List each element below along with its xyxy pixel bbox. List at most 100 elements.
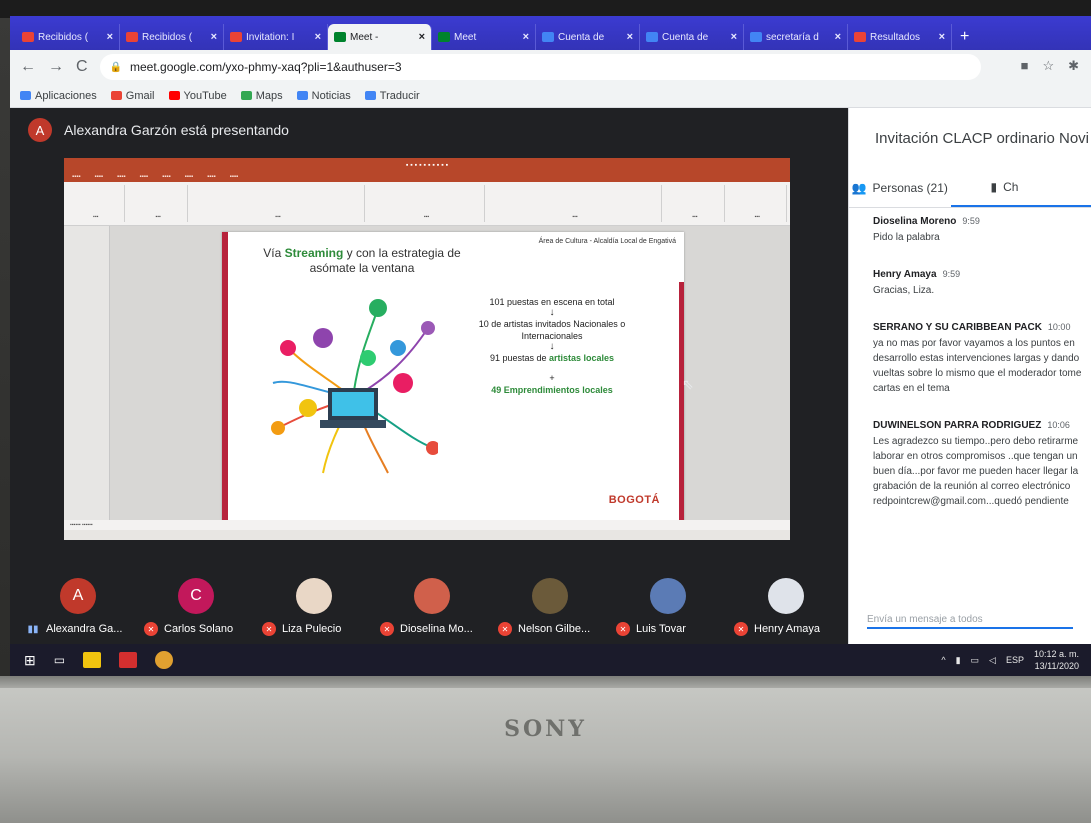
message-text: Pido la palabra — [873, 232, 940, 243]
tab-favicon-icon — [542, 32, 554, 42]
acrobat-icon[interactable] — [119, 652, 138, 668]
tab-label: Recibidos ( — [142, 31, 193, 43]
tab-chat[interactable]: ▮ Ch — [950, 168, 1091, 207]
close-tab-icon[interactable]: × — [731, 31, 737, 43]
new-tab-button[interactable]: + — [952, 24, 977, 50]
bookmark-star-icon[interactable]: ☆ — [1042, 58, 1054, 74]
extensions-icon[interactable]: ✱ — [1068, 58, 1079, 74]
message-time: 10:06 — [1047, 420, 1070, 430]
translate-icon — [364, 91, 376, 100]
participant-tile[interactable]: ✕ Henry Amaya — [726, 578, 846, 644]
participant-tile[interactable]: A ▮▮ Alexandra Ga... — [18, 578, 138, 644]
presenter-avatar: A — [28, 118, 52, 142]
address-bar[interactable]: 🔒 meet.google.com/yxo-phmy-xaq?pli=1&aut… — [99, 54, 981, 80]
battery-icon[interactable]: ▭ — [971, 655, 980, 666]
close-tab-icon[interactable]: × — [315, 31, 321, 43]
back-arrow-icon[interactable]: ← — [20, 58, 36, 76]
system-tray: ^ ▮ ▭ ◁ ESP 10:12 a. m. 13/11/2020 — [941, 648, 1079, 672]
browser-tab[interactable]: Invitation: I × — [224, 24, 328, 50]
tab-favicon-icon — [750, 32, 762, 42]
gmail-icon — [110, 91, 122, 100]
participant-avatar — [650, 578, 686, 614]
youtube-icon — [168, 91, 180, 100]
close-tab-icon[interactable]: × — [419, 31, 425, 43]
tab-label: Meet — [454, 31, 477, 43]
participant-avatar — [768, 578, 804, 614]
participant-tile[interactable]: ✕ Liza Pulecio — [254, 578, 374, 644]
tab-favicon-icon — [854, 32, 866, 42]
url-text: meet.google.com/yxo-phmy-xaq?pli=1&authu… — [130, 60, 402, 74]
message-text: Gracias, Liza. — [873, 285, 935, 296]
tab-favicon-icon — [334, 32, 346, 42]
slide-area-label: Área de Cultura - Alcaldía Local de Enga… — [538, 238, 676, 245]
maps-pin-icon — [240, 91, 252, 100]
bookmark-item[interactable]: Gmail — [110, 90, 155, 102]
tab-label: secretaría d — [766, 31, 819, 43]
ppt-title-bar: ▪ ▪ ▪ ▪ ▪ ▪ ▪ ▪ ▪ ▪ — [64, 158, 790, 172]
lock-icon: 🔒 — [109, 61, 123, 73]
participant-tile[interactable]: C ✕ Carlos Solano — [136, 578, 256, 644]
browser-tab[interactable]: Cuenta de × — [536, 24, 640, 50]
windows-taskbar: ⊞ ▭ ^ ▮ ▭ ◁ ESP 10:12 a. m. 13/11/2020 — [10, 644, 1091, 676]
message-time: 10:00 — [1047, 322, 1071, 332]
tab-favicon-icon — [438, 32, 450, 42]
close-tab-icon[interactable]: × — [211, 31, 217, 43]
browser-tab[interactable]: Recibidos ( × — [16, 24, 120, 50]
tray-chevron-icon[interactable]: ^ — [941, 655, 945, 665]
mic-muted-icon: ✕ — [380, 622, 394, 636]
tab-label: Invitation: I — [246, 31, 295, 43]
message-sender: Henry Amaya — [873, 269, 937, 280]
mic-muted-icon: ✕ — [616, 622, 630, 636]
browser-tab[interactable]: Cuenta de × — [640, 24, 744, 50]
close-tab-icon[interactable]: × — [523, 31, 529, 43]
participant-avatar — [532, 578, 568, 614]
task-view-icon[interactable]: ▭ — [54, 653, 65, 667]
chat-message: DUWINELSON PARRA RODRIGUEZ 10:06 Les agrad… — [849, 420, 1091, 509]
reload-icon[interactable]: C — [76, 58, 88, 76]
chat-input[interactable]: Envía un mensaje a todos — [867, 614, 1073, 629]
clock[interactable]: 10:12 a. m. 13/11/2020 — [1034, 648, 1079, 672]
participant-tile[interactable]: ✕ Dioselina Mo... — [372, 578, 492, 644]
bookmark-item[interactable]: YouTube — [168, 90, 227, 102]
close-tab-icon[interactable]: × — [835, 31, 841, 43]
browser-tab[interactable]: Recibidos ( × — [120, 24, 224, 50]
message-text: ya no mas por favor vayamos a los puntos… — [873, 338, 1082, 394]
participant-tile[interactable]: ✕ Nelson Gilbe... — [490, 578, 610, 644]
ppt-status-bar: ▪▪▪▪▪▪ ▪▪▪▪▪▪ — [64, 520, 790, 530]
windows-start-icon[interactable]: ⊞ — [24, 652, 36, 669]
bookmark-item[interactable]: Traducir — [364, 90, 420, 102]
tab-label: Recibidos ( — [38, 31, 89, 43]
browser-toolbar: ← → C 🔒 meet.google.com/yxo-phmy-xaq?pli… — [10, 50, 1091, 84]
forward-arrow-icon[interactable]: → — [48, 58, 64, 76]
network-icon[interactable]: ▮ — [956, 655, 961, 666]
close-tab-icon[interactable]: × — [939, 31, 945, 43]
close-tab-icon[interactable]: × — [107, 31, 113, 43]
bookmark-item[interactable]: Aplicaciones — [20, 90, 97, 102]
volume-icon[interactable]: ◁ — [989, 655, 996, 666]
browser-tab[interactable]: secretaría d × — [744, 24, 848, 50]
tab-people[interactable]: 👥 Personas (21) — [849, 168, 951, 207]
shared-powerpoint-window: ▪ ▪ ▪ ▪ ▪ ▪ ▪ ▪ ▪ ▪ ▪▪▪▪ ▪▪▪▪ ▪▪▪▪ ▪▪▪▪ ▪▪▪▪… — [64, 158, 790, 540]
message-sender: Dioselina Moreno — [873, 216, 957, 227]
language-indicator[interactable]: ESP — [1006, 655, 1024, 665]
close-tab-icon[interactable]: × — [627, 31, 633, 43]
participant-name: Dioselina Mo... — [400, 623, 473, 635]
slide-statistics: 101 puestas en escena en total ↓ 10 de a… — [452, 296, 652, 396]
slide-red-band — [222, 232, 228, 522]
tab-label: Resultados — [870, 31, 921, 43]
ppt-ribbon: ▪▪▪ ▪▪▪ ▪▪▪ ▪▪▪ ▪▪▪ ▪▪▪ ▪▪▪ — [64, 182, 790, 226]
meet-side-panel: Invitación CLACP ordinario Novi 👥 Person… — [848, 108, 1091, 644]
chrome-icon[interactable] — [155, 651, 174, 669]
file-explorer-icon[interactable] — [83, 652, 102, 668]
slide: Área de Cultura - Alcaldía Local de Enga… — [222, 232, 684, 522]
browser-tab[interactable]: Meet × — [432, 24, 536, 50]
browser-tab[interactable]: Meet - × — [328, 24, 432, 50]
participant-tile[interactable]: ✕ Luis Tovar — [608, 578, 728, 644]
photo-of-laptop-screen: Recibidos (× Recibidos (× Invitation: I × Me… — [0, 0, 1091, 823]
browser-tab[interactable]: Resultados × — [848, 24, 952, 50]
participant-avatar: A — [60, 578, 96, 614]
bookmark-item[interactable]: Noticias — [296, 90, 351, 102]
bookmark-item[interactable]: Maps — [240, 90, 283, 102]
camera-indicator-icon[interactable]: ■ — [1021, 58, 1029, 74]
people-icon: 👥 — [851, 180, 867, 195]
